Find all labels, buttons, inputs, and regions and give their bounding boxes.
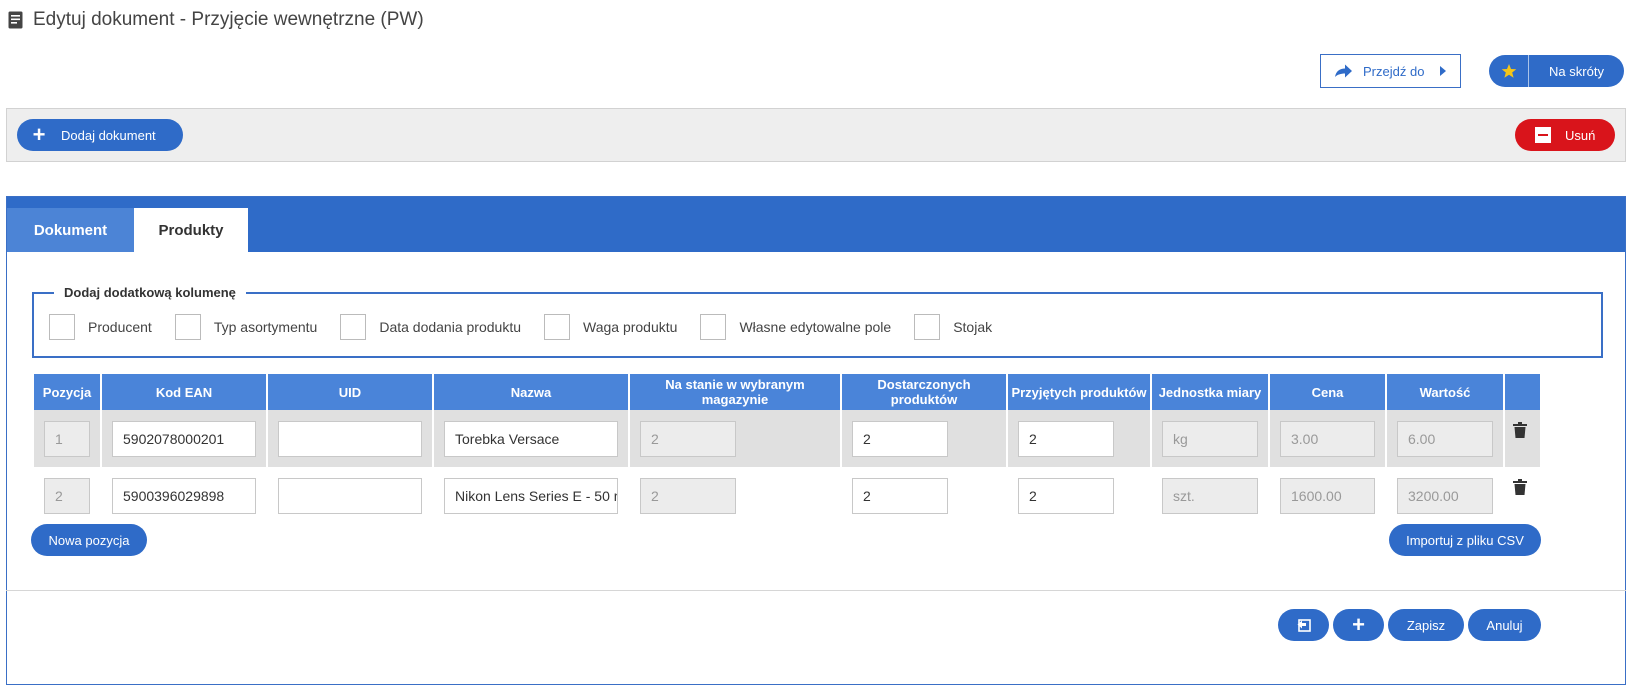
received-input[interactable]: 2 (1018, 477, 1114, 514)
page-title-text: Edytuj dokument - Przyjęcie wewnętrzne (… (33, 9, 424, 30)
goto-button-label: Przejdź do (1363, 63, 1425, 79)
position-field: 2 (44, 477, 90, 514)
table-row: 2 5900396029898 Nikon Lens Series E - 50… (34, 467, 1540, 524)
add-button[interactable]: + (1333, 609, 1384, 641)
cancel-button[interactable]: Anuluj (1468, 609, 1541, 641)
new-position-button[interactable]: Nowa pozycja (31, 524, 147, 556)
extra-columns-box: Dodaj dodatkową kolumenę Producent Typ a… (32, 285, 1603, 358)
column-option-wlasne-pole[interactable]: Własne edytowalne pole (700, 314, 891, 340)
unit-field: kg (1162, 420, 1258, 457)
unit-field: szt. (1162, 477, 1258, 514)
products-panel: Dokument Produkty Dodaj dodatkową kolume… (6, 196, 1626, 685)
stock-field: 2 (640, 477, 736, 514)
uid-input[interactable] (278, 477, 422, 514)
star-icon (1489, 55, 1529, 87)
checkbox[interactable] (544, 314, 570, 340)
save-button[interactable]: Zapisz (1388, 609, 1464, 641)
col-header-jednostka: Jednostka miary (1152, 374, 1268, 410)
checkbox[interactable] (49, 314, 75, 340)
minus-box-icon (1535, 127, 1551, 143)
col-header-pozycja: Pozycja (34, 374, 100, 410)
column-option-stojak[interactable]: Stojak (914, 314, 992, 340)
document-toolbar: + Dodaj dokument Usuń (6, 108, 1626, 162)
import-csv-button[interactable]: Importuj z pliku CSV (1389, 524, 1541, 556)
col-header-kod-ean: Kod EAN (102, 374, 266, 410)
goto-button[interactable]: Przejdź do (1320, 54, 1461, 88)
column-option-producent[interactable]: Producent (49, 314, 152, 340)
checkbox[interactable] (340, 314, 367, 340)
delete-label: Usuń (1565, 127, 1596, 143)
footer-divider (6, 590, 1626, 591)
checkbox[interactable] (914, 314, 941, 340)
stock-field: 2 (640, 420, 736, 457)
price-field: 1600.00 (1280, 477, 1375, 514)
shortcuts-button-label: Na skróty (1549, 63, 1604, 79)
col-header-uid: UID (268, 374, 432, 410)
extra-columns-legend: Dodaj dodatkową kolumenę (64, 285, 236, 300)
column-option-label: Data dodania produktu (379, 319, 521, 335)
share-arrow-icon (1335, 64, 1352, 78)
column-option-label: Typ asortymentu (213, 319, 318, 335)
col-header-nazwa: Nazwa (434, 374, 628, 410)
uid-input[interactable] (278, 420, 422, 457)
name-input[interactable]: Nikon Lens Series E - 50 mm (444, 477, 618, 514)
column-option-waga[interactable]: Waga produktu (544, 314, 677, 340)
add-document-button[interactable]: + Dodaj dokument (17, 119, 183, 151)
column-option-label: Producent (88, 319, 152, 335)
col-header-cena: Cena (1270, 374, 1385, 410)
back-list-icon (1297, 618, 1311, 632)
value-field: 6.00 (1397, 420, 1493, 457)
shortcuts-button[interactable]: Na skróty (1489, 55, 1624, 87)
table-row: 1 5902078000201 Torebka Versace 2 2 2 kg… (34, 410, 1540, 467)
delivered-input[interactable]: 2 (852, 420, 948, 457)
col-header-wartosc: Wartość (1387, 374, 1503, 410)
ean-input[interactable]: 5902078000201 (112, 420, 256, 457)
column-option-data-dodania[interactable]: Data dodania produktu (340, 314, 521, 340)
tab-produkty[interactable]: Produkty (134, 208, 248, 252)
col-header-przyjetych: Przyjętych produktów (1008, 374, 1150, 410)
column-option-typ-asortymentu[interactable]: Typ asortymentu (174, 314, 318, 340)
ean-input[interactable]: 5900396029898 (112, 477, 256, 514)
add-document-label: Dodaj dokument (61, 127, 156, 143)
checkbox[interactable] (174, 314, 201, 340)
column-option-label: Własne edytowalne pole (739, 319, 892, 335)
back-to-list-button[interactable] (1278, 609, 1329, 641)
trash-icon[interactable] (1513, 422, 1527, 438)
col-header-actions (1505, 374, 1540, 410)
products-table: Pozycja Kod EAN UID Nazwa Na stanie w wy… (32, 374, 1542, 524)
plus-icon: + (1352, 612, 1365, 637)
price-field: 3.00 (1280, 420, 1375, 457)
delete-button[interactable]: Usuń (1515, 119, 1615, 151)
col-header-na-stanie: Na stanie w wybranym magazynie (630, 374, 840, 410)
trash-icon[interactable] (1513, 479, 1527, 495)
page-title: Edytuj dokument - Przyjęcie wewnętrzne (… (8, 8, 424, 32)
col-header-dostarczonych: Dostarczonych produktów (842, 374, 1006, 410)
caret-right-icon (1440, 66, 1446, 76)
document-icon (8, 11, 23, 29)
received-input[interactable]: 2 (1018, 420, 1114, 457)
name-input[interactable]: Torebka Versace (444, 420, 618, 457)
position-field: 1 (44, 420, 90, 457)
tab-dokument[interactable]: Dokument (7, 208, 134, 252)
tab-bar: Dokument Produkty (7, 197, 1625, 252)
checkbox[interactable] (700, 314, 727, 340)
value-field: 3200.00 (1397, 477, 1493, 514)
plus-icon: + (32, 122, 46, 147)
column-option-label: Stojak (953, 319, 993, 335)
delivered-input[interactable]: 2 (852, 477, 948, 514)
column-option-label: Waga produktu (583, 319, 678, 335)
